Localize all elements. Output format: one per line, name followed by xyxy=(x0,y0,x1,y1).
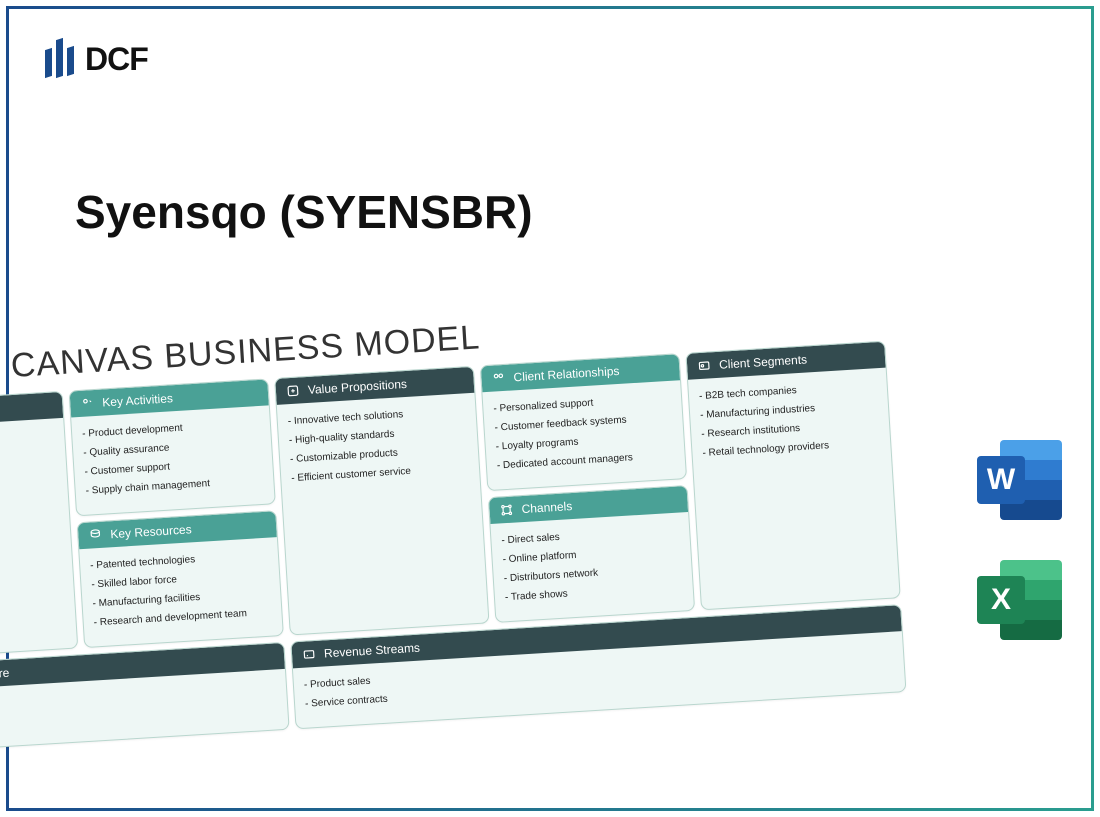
block-label: Value Propositions xyxy=(308,377,408,397)
excel-file-icon: X xyxy=(977,560,1062,640)
brand-logo: DCF xyxy=(45,35,148,83)
block-label: Client Relationships xyxy=(513,364,620,384)
channels-icon xyxy=(499,503,514,518)
block-label: Key Activities xyxy=(102,391,173,409)
block-client-relationships: Client Relationships Personalized suppor… xyxy=(480,353,687,491)
block-label: Cost Structure xyxy=(0,666,10,685)
file-type-icons: W X xyxy=(977,440,1062,640)
block-value-propositions: Value Propositions Innovative tech solut… xyxy=(274,366,489,636)
block-items: nnology suppliers earch institutions tri… xyxy=(0,418,69,527)
list-item: dustry associations xyxy=(0,483,58,512)
block-channels: Channels Direct sales Online platform Di… xyxy=(488,485,695,623)
revenue-icon xyxy=(302,647,317,662)
block-label: Client Segments xyxy=(719,352,808,371)
block-key-activities: Key Activities Product development Quali… xyxy=(69,378,276,516)
activities-icon xyxy=(80,396,95,411)
logo-bars-icon xyxy=(45,35,75,83)
page-title: Syensqo (SYENSBR) xyxy=(75,185,533,239)
word-file-icon: W xyxy=(977,440,1062,520)
block-key-resources: Key Resources Patented technologies Skil… xyxy=(77,510,284,648)
business-model-canvas: CANVAS BUSINESS MODEL Key Partners nnolo… xyxy=(0,291,952,753)
resources-icon xyxy=(88,528,103,543)
logo-text: DCF xyxy=(85,41,148,78)
relationships-icon xyxy=(491,371,506,386)
block-label: Key Resources xyxy=(110,522,192,541)
word-badge-letter: W xyxy=(977,456,1025,504)
block-label: Revenue Streams xyxy=(324,641,421,661)
value-icon xyxy=(286,383,301,398)
segments-icon xyxy=(697,358,712,373)
block-key-partners: Key Partners nnology suppliers earch ins… xyxy=(0,391,78,660)
block-client-segments: Client Segments B2B tech companies Manuf… xyxy=(685,341,900,611)
block-label: Channels xyxy=(521,499,572,516)
excel-badge-letter: X xyxy=(977,576,1025,624)
